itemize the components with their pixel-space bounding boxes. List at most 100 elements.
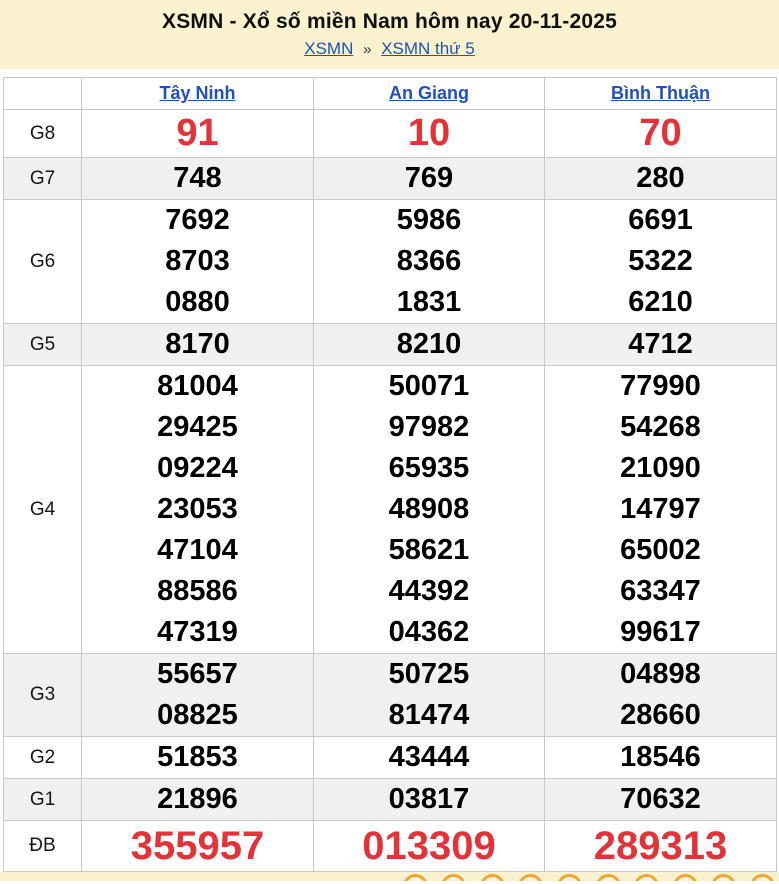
prize-number: 81474	[314, 695, 544, 736]
breadcrumb-separator: »	[363, 41, 371, 58]
prize-row: ĐB355957013309289313	[4, 821, 777, 872]
prize-number: 14797	[545, 489, 776, 530]
prize-cell: 77990542682109014797650026334799617	[545, 366, 777, 654]
prize-number: 51853	[82, 737, 313, 778]
prize-cell: 748	[82, 158, 314, 200]
prize-cell: 013309	[314, 821, 545, 872]
prize-number: 77990	[545, 366, 776, 407]
prize-number: 03817	[314, 779, 544, 820]
prize-cell: 70632	[545, 779, 777, 821]
prize-number: 97982	[314, 407, 544, 448]
prize-cell: 669153226210	[545, 200, 777, 324]
prize-number: 55657	[82, 654, 313, 695]
prize-number: 63347	[545, 571, 776, 612]
prize-number: 47319	[82, 612, 313, 653]
prize-number: 5986	[314, 200, 544, 241]
lotto-ball-icon	[711, 874, 736, 881]
prize-number: 355957	[82, 821, 313, 871]
prize-number: 65935	[314, 448, 544, 489]
prize-number: 6691	[545, 200, 776, 241]
prize-cell: 769287030880	[82, 200, 314, 324]
prize-label: G4	[4, 366, 82, 654]
prize-label: G7	[4, 158, 82, 200]
prize-label: G3	[4, 654, 82, 737]
prize-label: G2	[4, 737, 82, 779]
prize-number: 769	[314, 158, 544, 199]
province-link-binh-thuan[interactable]: Bình Thuận	[611, 83, 710, 103]
prize-row: G5817082104712	[4, 324, 777, 366]
prize-cell: 5565708825	[82, 654, 314, 737]
province-link-an-giang[interactable]: An Giang	[389, 83, 469, 103]
prize-label: G5	[4, 324, 82, 366]
breadcrumb: XSMN » XSMN thứ 5	[0, 39, 779, 60]
lotto-balls-strip	[0, 872, 779, 881]
prize-number: 1831	[314, 282, 544, 323]
prize-number: 91	[82, 110, 313, 157]
prize-cell: 51853	[82, 737, 314, 779]
prize-cell: 21896	[82, 779, 314, 821]
lotto-ball-icon	[750, 874, 775, 881]
prize-number: 70632	[545, 779, 776, 820]
prize-cell: 5072581474	[314, 654, 545, 737]
province-header-row: Tây Ninh An Giang Bình Thuận	[4, 78, 777, 110]
province-link-tay-ninh[interactable]: Tây Ninh	[159, 83, 235, 103]
prize-number: 8210	[314, 324, 544, 365]
prize-number: 21896	[82, 779, 313, 820]
prize-number: 5322	[545, 241, 776, 282]
prize-row: G2518534344418546	[4, 737, 777, 779]
prize-cell: 81004294250922423053471048858647319	[82, 366, 314, 654]
prize-cell: 70	[545, 110, 777, 158]
prize-number: 10	[314, 110, 544, 157]
lotto-ball-icon	[441, 874, 466, 881]
page-title: XSMN - Xổ số miền Nam hôm nay 20-11-2025	[0, 10, 779, 34]
prize-row: G1218960381770632	[4, 779, 777, 821]
prize-number: 29425	[82, 407, 313, 448]
prize-cell: 50071979826593548908586214439204362	[314, 366, 545, 654]
prize-label: G1	[4, 779, 82, 821]
prize-number: 47104	[82, 530, 313, 571]
prize-number: 8170	[82, 324, 313, 365]
prize-number: 81004	[82, 366, 313, 407]
prize-number: 4712	[545, 324, 776, 365]
prize-cell: 8210	[314, 324, 545, 366]
prize-number: 013309	[314, 821, 544, 871]
prize-number: 48908	[314, 489, 544, 530]
lotto-ball-icon	[557, 874, 582, 881]
prize-number: 23053	[82, 489, 313, 530]
province-header-an-giang: An Giang	[314, 78, 545, 110]
prize-number: 58621	[314, 530, 544, 571]
prize-number: 88586	[82, 571, 313, 612]
prize-label: G6	[4, 200, 82, 324]
prize-number: 99617	[545, 612, 776, 653]
province-header-binh-thuan: Bình Thuận	[545, 78, 777, 110]
breadcrumb-link-xsmn[interactable]: XSMN	[304, 39, 353, 58]
prize-number: 0880	[82, 282, 313, 323]
prize-label: ĐB	[4, 821, 82, 872]
prize-cell: 91	[82, 110, 314, 158]
prize-number: 28660	[545, 695, 776, 736]
prize-number: 18546	[545, 737, 776, 778]
prize-cell: 355957	[82, 821, 314, 872]
prize-number: 50725	[314, 654, 544, 695]
lotto-ball-icon	[480, 874, 505, 881]
prize-number: 280	[545, 158, 776, 199]
prize-number: 50071	[314, 366, 544, 407]
prize-number: 04362	[314, 612, 544, 653]
prize-cell: 18546	[545, 737, 777, 779]
prize-number: 289313	[545, 821, 776, 871]
prize-cell: 769	[314, 158, 545, 200]
prize-row: G481004294250922423053471048858647319500…	[4, 366, 777, 654]
prize-number: 04898	[545, 654, 776, 695]
prize-number: 08825	[82, 695, 313, 736]
lotto-ball-icon	[673, 874, 698, 881]
prize-cell: 0489828660	[545, 654, 777, 737]
prize-number: 70	[545, 110, 776, 157]
prize-number: 8366	[314, 241, 544, 282]
breadcrumb-link-xsmn-thu-5[interactable]: XSMN thứ 5	[381, 39, 475, 58]
prize-cell: 43444	[314, 737, 545, 779]
prize-number: 44392	[314, 571, 544, 612]
prize-cell: 289313	[545, 821, 777, 872]
prize-cell: 10	[314, 110, 545, 158]
prize-cell: 03817	[314, 779, 545, 821]
prize-cell: 8170	[82, 324, 314, 366]
